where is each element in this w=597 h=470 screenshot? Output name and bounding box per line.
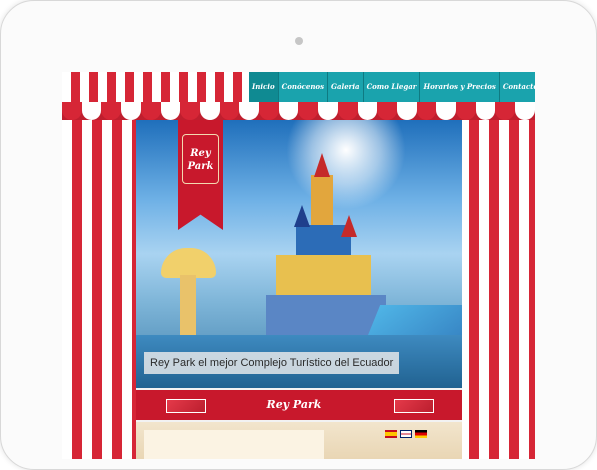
nav-item-como-llegar[interactable]: Como Llegar <box>363 72 421 102</box>
slider-controls-bar: Rey Park <box>136 388 462 422</box>
bar-logo: Rey Park <box>266 398 322 411</box>
next-slide-button[interactable] <box>394 399 434 413</box>
germany-flag-icon[interactable] <box>415 430 427 438</box>
website-screen: Inicio Conócenos Galeria Como Llegar Hor… <box>62 72 535 459</box>
nav-item-galeria[interactable]: Galeria <box>328 72 364 102</box>
spain-flag-icon[interactable] <box>385 430 397 438</box>
nav-item-conocenos[interactable]: Conócenos <box>278 72 329 102</box>
language-selector <box>385 430 427 438</box>
main-nav: Inicio Conócenos Galeria Como Llegar Hor… <box>249 72 535 102</box>
nav-item-contactenos[interactable]: Contactenos <box>499 72 535 102</box>
left-curtain <box>62 120 138 459</box>
site-logo[interactable]: Rey Park <box>182 147 219 173</box>
content-area <box>136 422 462 459</box>
camera-dot <box>295 37 303 45</box>
castle-image <box>266 145 386 355</box>
nav-item-horarios-precios[interactable]: Horarios y Precios <box>420 72 500 102</box>
content-panel <box>144 430 324 459</box>
prev-slide-button[interactable] <box>166 399 206 413</box>
main-content: Rey Park el mejor Complejo Turístico del… <box>136 120 462 459</box>
awning-scallop <box>62 102 535 122</box>
right-curtain <box>459 120 535 459</box>
hero-caption: Rey Park el mejor Complejo Turístico del… <box>144 352 400 374</box>
uk-flag-icon[interactable] <box>400 430 412 438</box>
nav-item-inicio[interactable]: Inicio <box>249 72 279 102</box>
mushroom-fountain <box>161 248 216 278</box>
